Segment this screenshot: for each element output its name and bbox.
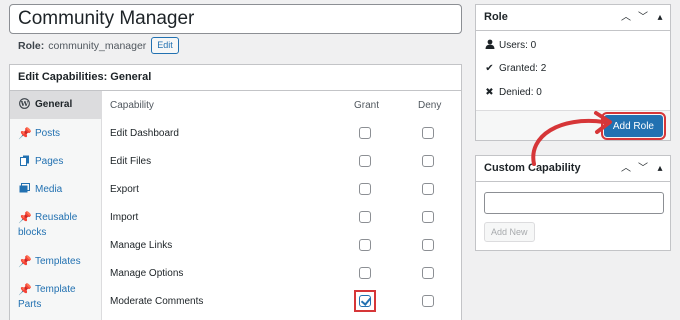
- capability-categories: W General 📌 Posts Pages Media 📌 Reusable b…: [10, 91, 102, 320]
- user-icon: [484, 39, 495, 52]
- pin-icon: 📌: [18, 212, 32, 224]
- deny-checkbox[interactable]: [422, 239, 434, 251]
- custom-capability-header: Custom Capability ︿ ﹀ ▴: [476, 156, 670, 182]
- deny-checkbox[interactable]: [422, 127, 434, 139]
- grant-checkbox[interactable]: [359, 211, 371, 223]
- svg-text:W: W: [20, 100, 29, 108]
- move-up-icon[interactable]: ︿: [620, 5, 632, 30]
- move-up-icon[interactable]: ︿: [620, 156, 632, 181]
- table-row: Edit Dashboard: [102, 120, 461, 148]
- grant-checkbox[interactable]: [359, 267, 371, 279]
- role-box-title: Role: [484, 11, 508, 23]
- table-row: Export: [102, 176, 461, 204]
- capability-name: Edit Dashboard: [110, 128, 179, 139]
- pin-icon: 📌: [18, 284, 32, 296]
- grant-checkbox[interactable]: [359, 127, 371, 139]
- check-icon: ✔: [485, 63, 494, 74]
- grant-checkbox[interactable]: [359, 239, 371, 251]
- table-row: Edit Files: [102, 148, 461, 176]
- capabilities-panel: Edit Capabilities: General W General 📌 Po…: [9, 64, 462, 320]
- granted-count: ✔ Granted: 2: [485, 63, 547, 74]
- users-count: Users: 0: [484, 39, 536, 52]
- role-slug: community_manager: [48, 39, 147, 52]
- category-media[interactable]: Media: [10, 183, 102, 198]
- capability-name: Manage Options: [110, 268, 184, 279]
- role-label: Role:: [18, 39, 45, 52]
- table-row: Import: [102, 204, 461, 232]
- table-row: Manage Options: [102, 260, 461, 288]
- category-template-parts[interactable]: 📌 Template Parts: [10, 283, 98, 312]
- category-general[interactable]: W General: [10, 91, 102, 119]
- column-deny: Deny: [418, 100, 442, 111]
- capability-name: Manage Links: [110, 240, 173, 251]
- capability-name: Edit Files: [110, 156, 152, 167]
- grant-checkbox[interactable]: [359, 155, 371, 167]
- pin-icon: 📌: [18, 256, 32, 268]
- edit-role-slug-button[interactable]: Edit: [151, 37, 179, 54]
- table-row: Moderate Comments: [102, 288, 461, 316]
- x-icon: ✖: [485, 87, 494, 98]
- deny-checkbox[interactable]: [422, 267, 434, 279]
- role-box-footer: Add Role: [476, 110, 670, 140]
- wordpress-icon: W: [18, 98, 31, 113]
- grant-checkbox-checked[interactable]: [359, 295, 371, 307]
- deny-checkbox[interactable]: [422, 211, 434, 223]
- deny-checkbox[interactable]: [422, 183, 434, 195]
- add-new-capability-button[interactable]: Add New: [484, 222, 535, 242]
- category-posts[interactable]: 📌 Posts: [10, 127, 102, 142]
- move-down-icon[interactable]: ﹀: [637, 156, 649, 181]
- role-line: Role: community_manager Edit: [18, 37, 179, 54]
- category-reusable-blocks[interactable]: 📌 Reusable blocks: [10, 211, 98, 240]
- custom-capability-box: Custom Capability ︿ ﹀ ▴ Add New: [475, 155, 671, 251]
- column-capability: Capability: [110, 100, 154, 111]
- pages-icon: [18, 155, 31, 170]
- capability-name: Export: [110, 184, 139, 195]
- category-pages[interactable]: Pages: [10, 155, 102, 171]
- capabilities-heading: Edit Capabilities: General: [10, 65, 461, 91]
- custom-capability-input[interactable]: [484, 192, 664, 214]
- grant-checkbox[interactable]: [359, 183, 371, 195]
- column-grant: Grant: [354, 100, 380, 111]
- collapse-toggle-icon[interactable]: ▴: [654, 5, 666, 30]
- box-controls: ︿ ﹀ ▴: [620, 5, 666, 30]
- move-down-icon[interactable]: ﹀: [637, 5, 649, 30]
- role-box-header: Role ︿ ﹀ ▴: [476, 5, 670, 31]
- capability-name: Moderate Comments: [110, 296, 204, 307]
- table-row: Manage Links: [102, 232, 461, 260]
- denied-count: ✖ Denied: 0: [485, 87, 542, 98]
- pin-icon: 📌: [18, 128, 32, 140]
- deny-checkbox[interactable]: [422, 155, 434, 167]
- category-templates[interactable]: 📌 Templates: [10, 255, 102, 270]
- capability-name: Import: [110, 212, 139, 223]
- add-role-button[interactable]: Add Role: [600, 112, 667, 140]
- role-summary-box: Role ︿ ﹀ ▴ Users: 0 ✔ Granted: 2 ✖ Denied:…: [475, 4, 671, 141]
- deny-checkbox[interactable]: [422, 295, 434, 307]
- capabilities-table: Capability Grant Deny Edit Dashboard Edi…: [102, 91, 461, 320]
- custom-capability-title: Custom Capability: [484, 162, 581, 174]
- collapse-toggle-icon[interactable]: ▴: [654, 156, 666, 181]
- box-controls: ︿ ﹀ ▴: [620, 156, 666, 181]
- role-title-input[interactable]: [9, 4, 462, 34]
- media-icon: [18, 183, 31, 197]
